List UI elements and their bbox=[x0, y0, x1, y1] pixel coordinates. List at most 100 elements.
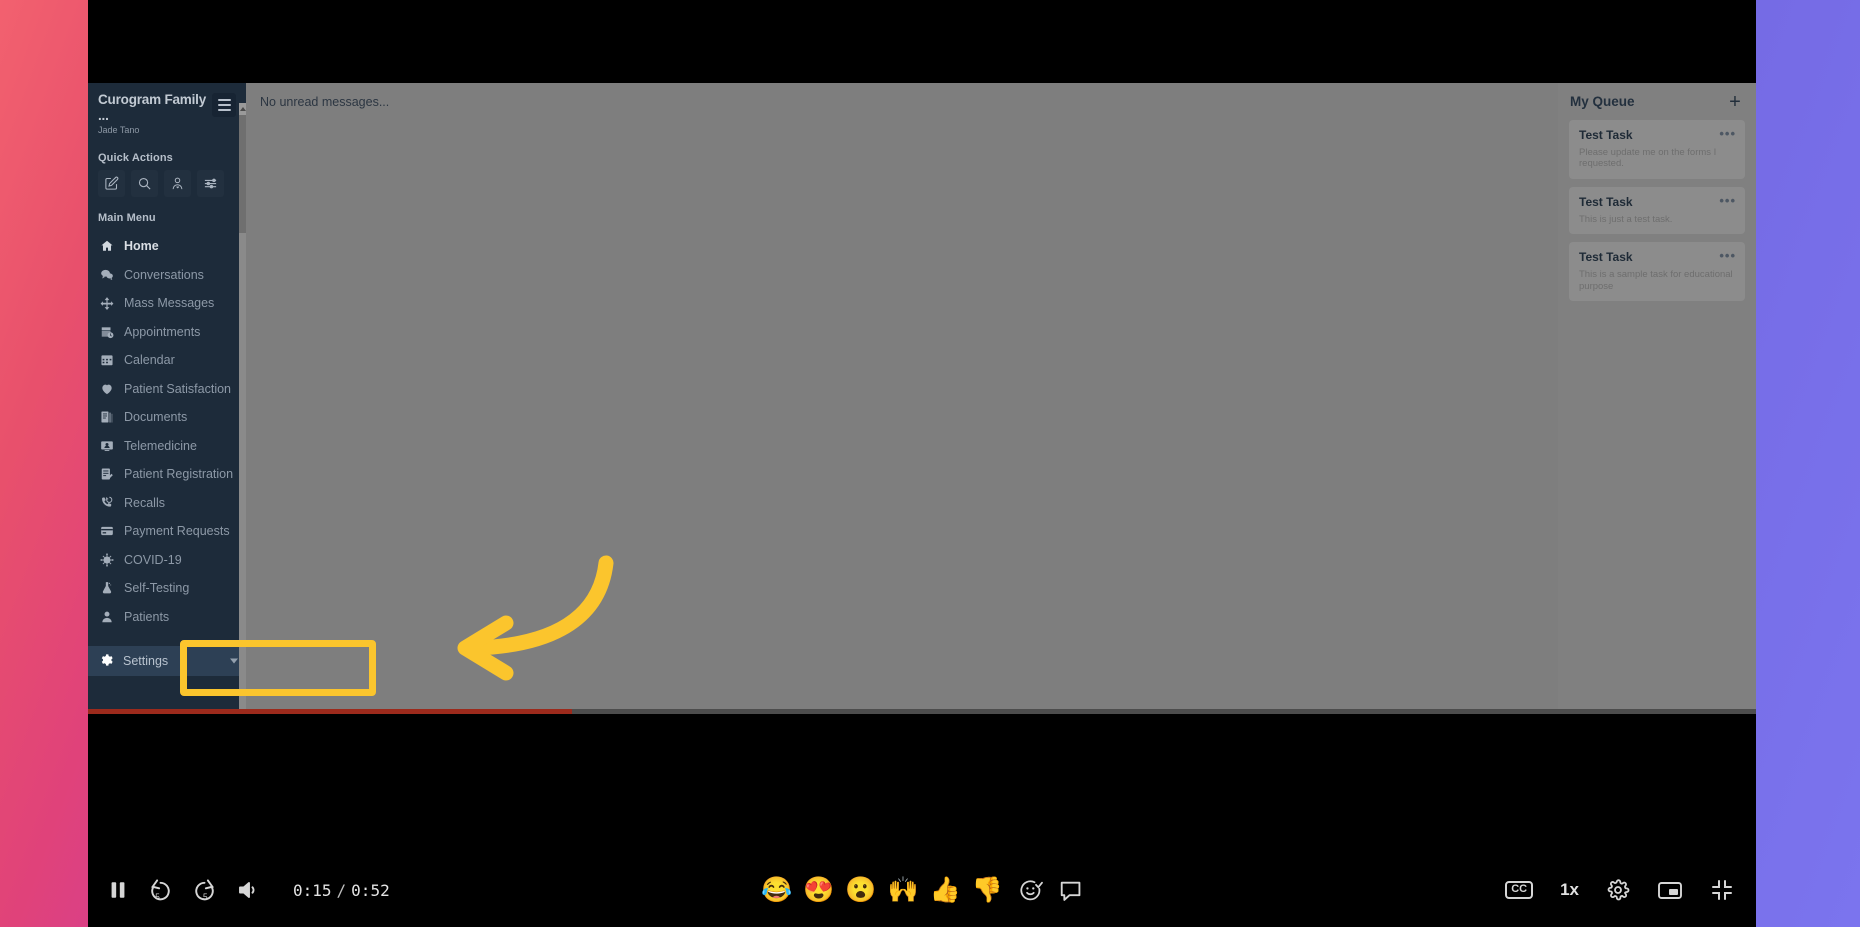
home-icon bbox=[99, 239, 114, 254]
sidebar-item-label: Mass Messages bbox=[124, 296, 215, 311]
task-card[interactable]: Test Task This is just a test task. ••• bbox=[1569, 186, 1745, 235]
calendar-clock-icon bbox=[99, 324, 114, 339]
sidebar-item-label: Documents bbox=[124, 410, 188, 425]
reaction-thumbs-down[interactable]: 👎 bbox=[972, 877, 1003, 903]
search-icon[interactable] bbox=[131, 170, 158, 198]
svg-text:5: 5 bbox=[203, 893, 208, 902]
time-separator: / bbox=[336, 880, 347, 900]
sidebar-item-conversations[interactable]: Conversations bbox=[88, 261, 246, 290]
sidebar-item-label: Patient Satisfaction bbox=[124, 381, 232, 396]
current-time: 0:15 bbox=[293, 880, 332, 900]
svg-text:5: 5 bbox=[155, 893, 160, 902]
captions-button[interactable]: CC bbox=[1505, 880, 1534, 900]
sidebar-item-patients[interactable]: Patients bbox=[88, 603, 246, 632]
add-reaction-icon[interactable] bbox=[1018, 878, 1043, 903]
task-description: This is a sample task for educational pu… bbox=[1579, 269, 1733, 292]
sidebar-item-patient-registration[interactable]: Patient Registration bbox=[88, 460, 246, 489]
filters-icon[interactable] bbox=[197, 170, 224, 198]
sidebar-item-label: Self-Testing bbox=[124, 581, 190, 596]
comment-icon[interactable] bbox=[1058, 878, 1083, 903]
compose-icon[interactable] bbox=[98, 170, 125, 198]
reaction-heart-eyes[interactable]: 😍 bbox=[803, 877, 834, 903]
task-description: Please update me on the forms I requeste… bbox=[1579, 147, 1717, 170]
reaction-laugh[interactable]: 😂 bbox=[761, 877, 792, 903]
sidebar-item-documents[interactable]: Documents bbox=[88, 403, 246, 432]
virus-icon bbox=[99, 552, 114, 567]
picture-in-picture-button[interactable] bbox=[1657, 878, 1683, 902]
broadcast-icon bbox=[99, 296, 114, 311]
phone-refresh-icon bbox=[99, 495, 114, 510]
sidebar-item-label: Patients bbox=[124, 609, 170, 624]
person-icon bbox=[99, 609, 114, 624]
sidebar-item-self-testing[interactable]: Self-Testing bbox=[88, 574, 246, 603]
sidebar-item-home[interactable]: Home bbox=[88, 232, 246, 261]
hamburger-menu-icon[interactable] bbox=[212, 93, 236, 117]
sidebar-item-label: Home bbox=[124, 239, 159, 254]
video-progress-track[interactable] bbox=[88, 709, 1756, 714]
credit-card-icon bbox=[99, 524, 114, 539]
add-task-button[interactable]: + bbox=[1726, 92, 1744, 112]
task-overflow-menu-icon[interactable]: ••• bbox=[1719, 249, 1736, 262]
scroll-up-arrow-icon[interactable] bbox=[239, 103, 246, 115]
task-overflow-menu-icon[interactable]: ••• bbox=[1719, 127, 1736, 140]
sidebar-item-settings[interactable]: Settings bbox=[88, 646, 246, 676]
settings-label: Settings bbox=[123, 654, 169, 668]
reaction-thumbs-up[interactable]: 👍 bbox=[930, 877, 961, 903]
org-name: Curogram Family ... bbox=[98, 92, 207, 123]
chevron-down-icon[interactable] bbox=[230, 658, 238, 664]
player-left-controls: 5 5 0:15/0:52 bbox=[88, 877, 390, 903]
form-edit-icon bbox=[99, 467, 114, 482]
task-title: Test Task bbox=[1579, 194, 1633, 209]
task-description: This is just a test task. bbox=[1579, 213, 1673, 225]
video-player-controls-bar: 5 5 0:15/0:52 😂 😍 😮 🙌 👍 👎 CC 1x bbox=[88, 709, 1756, 927]
pointer-arrow-annotation bbox=[457, 555, 614, 681]
my-queue-panel: My Queue + Test Task Please update me on… bbox=[1558, 83, 1756, 709]
documents-icon bbox=[99, 410, 114, 425]
rewind-5-button[interactable]: 5 bbox=[148, 877, 173, 903]
sidebar-item-recalls[interactable]: Recalls bbox=[88, 489, 246, 518]
main-menu-label: Main Menu bbox=[98, 212, 156, 225]
task-title: Test Task bbox=[1579, 128, 1633, 142]
sidebar-item-patient-satisfaction[interactable]: Patient Satisfaction bbox=[88, 375, 246, 404]
player-right-controls: CC 1x bbox=[1505, 878, 1734, 902]
reaction-raised-hands[interactable]: 🙌 bbox=[888, 877, 919, 903]
sidebar-item-covid-19[interactable]: COVID-19 bbox=[88, 546, 246, 575]
sidebar-scrollbar[interactable] bbox=[239, 103, 246, 709]
main-menu-list: Home Conversations Mass Messages Appoint… bbox=[88, 230, 246, 631]
unread-messages-status: No unread messages... bbox=[260, 94, 390, 109]
sidebar-item-telemedicine[interactable]: Telemedicine bbox=[88, 432, 246, 461]
gear-icon bbox=[99, 653, 113, 670]
sidebar-item-label: Calendar bbox=[124, 353, 175, 368]
settings-gear-button[interactable] bbox=[1606, 878, 1630, 902]
sidebar-item-mass-messages[interactable]: Mass Messages bbox=[88, 289, 246, 318]
quick-actions-row bbox=[88, 170, 246, 203]
scrollbar-thumb[interactable] bbox=[239, 115, 246, 233]
playback-speed-button[interactable]: 1x bbox=[1560, 880, 1579, 900]
queue-header: My Queue + bbox=[1558, 83, 1756, 120]
video-letterbox-top bbox=[88, 0, 1756, 83]
task-card[interactable]: Test Task This is a sample task for educ… bbox=[1569, 242, 1745, 301]
sidebar-item-appointments[interactable]: Appointments bbox=[88, 318, 246, 347]
task-card[interactable]: Test Task Please update me on the forms … bbox=[1569, 120, 1745, 179]
user-name: Jade Tano bbox=[98, 125, 140, 136]
task-title: Test Task bbox=[1579, 250, 1633, 265]
calendar-icon bbox=[99, 353, 114, 368]
sidebar-item-label: Telemedicine bbox=[124, 438, 197, 453]
volume-button[interactable] bbox=[236, 878, 260, 902]
quick-actions-label: Quick Actions bbox=[98, 152, 173, 165]
reaction-surprised[interactable]: 😮 bbox=[845, 877, 876, 903]
task-overflow-menu-icon[interactable]: ••• bbox=[1719, 194, 1736, 207]
chat-icon bbox=[99, 267, 114, 282]
exit-fullscreen-button[interactable] bbox=[1710, 878, 1734, 902]
reaction-bar: 😂 😍 😮 🙌 👍 👎 bbox=[761, 877, 1083, 903]
patient-heart-icon[interactable] bbox=[164, 170, 191, 198]
sidebar-item-payment-requests[interactable]: Payment Requests bbox=[88, 517, 246, 546]
telemedicine-icon bbox=[99, 438, 114, 453]
sidebar-item-label: COVID-19 bbox=[124, 552, 182, 567]
forward-5-button[interactable]: 5 bbox=[192, 877, 217, 903]
application-screenshot: Curogram Family ... Jade Tano Quick Acti… bbox=[88, 83, 1756, 709]
sidebar-item-calendar[interactable]: Calendar bbox=[88, 346, 246, 375]
time-display: 0:15/0:52 bbox=[293, 881, 390, 900]
pause-button[interactable] bbox=[107, 878, 129, 902]
flask-icon bbox=[99, 581, 114, 596]
